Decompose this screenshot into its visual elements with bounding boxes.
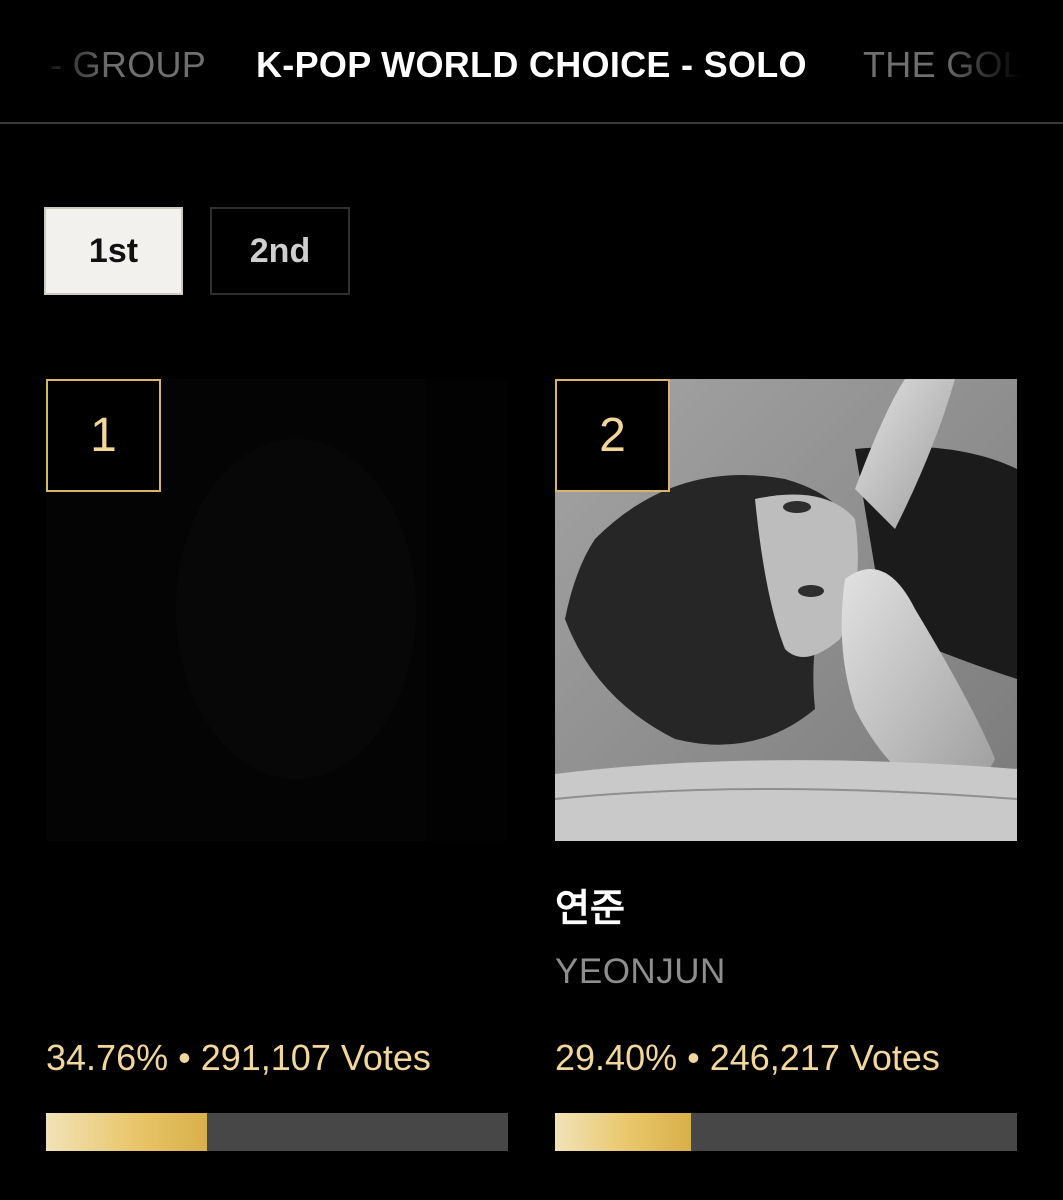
vote-percent: 29.40% [555, 1037, 678, 1078]
separator-dot: • [687, 1037, 700, 1078]
tab-fade-left [0, 30, 110, 100]
vote-percent: 34.76% [46, 1037, 169, 1078]
rank-badge: 1 [46, 379, 161, 492]
vote-progress-fill [46, 1113, 207, 1151]
round-2nd-button[interactable]: 2nd [210, 207, 350, 295]
separator-dot: • [178, 1037, 191, 1078]
vote-count: 246,217 Votes [709, 1037, 940, 1078]
round-1st-button[interactable]: 1st [44, 207, 183, 295]
category-tab-bar: - GROUP K-POP WORLD CHOICE - SOLO THE GO… [0, 0, 1063, 124]
vote-stats: 29.40% • 246,217 Votes [555, 1037, 940, 1079]
vote-progress-bar [555, 1113, 1017, 1151]
vote-stats: 34.76% • 291,107 Votes [46, 1037, 431, 1079]
tab-fade-right [943, 30, 1063, 100]
vote-progress-bar [46, 1113, 508, 1151]
artist-name-english: YEONJUN [555, 952, 726, 991]
rank-badge: 2 [555, 379, 670, 492]
tab-kpop-world-choice-solo[interactable]: K-POP WORLD CHOICE - SOLO [256, 44, 807, 86]
artist-name-korean: 연준 [555, 888, 625, 930]
vote-count: 291,107 Votes [200, 1037, 431, 1078]
vote-progress-fill [555, 1113, 691, 1151]
